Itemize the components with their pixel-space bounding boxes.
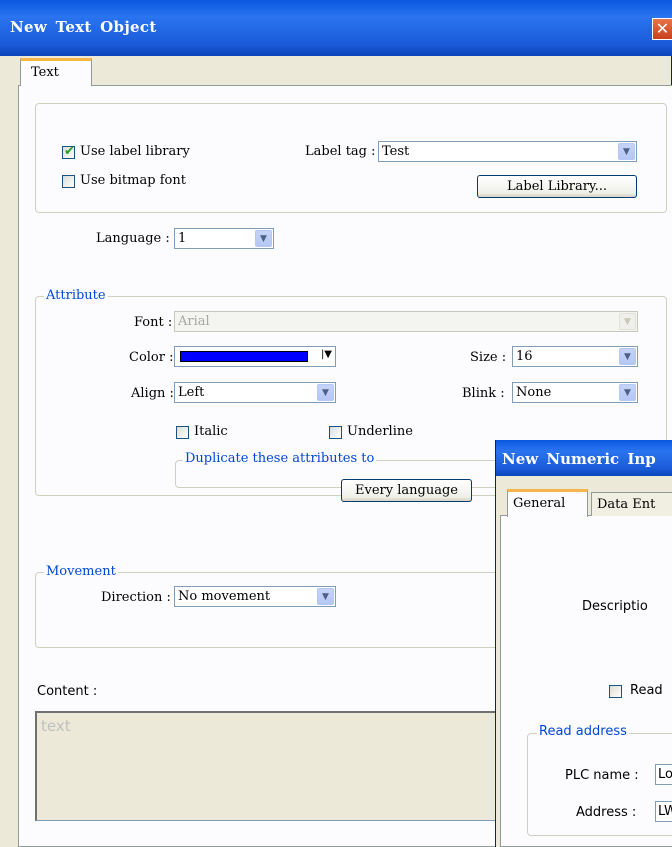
duplicate-attributes-label: Duplicate these attributes to bbox=[183, 451, 377, 466]
blink-select[interactable]: None ▼ bbox=[512, 382, 638, 403]
read-address-group bbox=[527, 733, 672, 836]
color-swatch bbox=[180, 351, 308, 362]
tab-data-entry[interactable]: Data Ent bbox=[591, 492, 672, 516]
use-label-library-label: Use label library bbox=[80, 144, 190, 159]
language-value: 1 bbox=[178, 231, 187, 246]
address-value: LW bbox=[658, 804, 672, 819]
label-tag-select[interactable]: Test ▼ bbox=[378, 141, 637, 162]
label-tag-value: Test bbox=[382, 144, 410, 159]
numeric-title-bar[interactable]: New Numeric Inp bbox=[496, 440, 672, 476]
tab-general[interactable]: General bbox=[507, 489, 588, 517]
font-select[interactable]: Arial ▼ bbox=[174, 311, 638, 332]
chevron-down-icon: ▼ bbox=[619, 313, 636, 330]
align-select[interactable]: Left ▼ bbox=[174, 382, 336, 403]
align-value: Left bbox=[178, 385, 205, 400]
direction-select[interactable]: No movement ▼ bbox=[174, 586, 336, 607]
title-bar[interactable]: New Text Object ✕ bbox=[0, 0, 672, 56]
tab-text[interactable]: Text bbox=[20, 58, 92, 86]
numeric-input-window: New Numeric Inp General Data Ent Descrip… bbox=[495, 440, 672, 847]
window-title: New Text Object bbox=[10, 18, 157, 36]
chevron-down-icon[interactable]: ▼ bbox=[619, 384, 636, 401]
direction-value: No movement bbox=[178, 589, 271, 604]
size-value: 16 bbox=[516, 349, 533, 364]
close-icon[interactable]: ✕ bbox=[652, 18, 672, 40]
size-select[interactable]: 16 ▼ bbox=[512, 346, 638, 367]
check-icon: ✔ bbox=[64, 144, 75, 159]
blink-label: Blink : bbox=[462, 386, 505, 401]
chevron-down-icon[interactable]: ▼ bbox=[317, 384, 334, 401]
chevron-down-icon[interactable]: ▼ bbox=[618, 143, 635, 160]
read-only-label: Read bbox=[630, 683, 663, 698]
language-select[interactable]: 1 ▼ bbox=[174, 228, 274, 249]
content-text: text bbox=[41, 717, 71, 735]
use-bitmap-font-checkbox[interactable] bbox=[62, 175, 75, 188]
numeric-window-title: New Numeric Inp bbox=[502, 450, 656, 468]
chevron-down-icon[interactable]: |▼ bbox=[321, 349, 332, 360]
plc-name-label: PLC name : bbox=[565, 768, 639, 783]
description-label: Descriptio bbox=[582, 599, 648, 614]
chevron-down-icon[interactable]: ▼ bbox=[255, 230, 272, 247]
direction-label: Direction : bbox=[101, 590, 171, 605]
italic-label: Italic bbox=[194, 424, 228, 439]
use-bitmap-font-label: Use bitmap font bbox=[80, 173, 186, 188]
read-address-group-label: Read address bbox=[537, 724, 629, 739]
blink-value: None bbox=[516, 385, 552, 400]
color-picker[interactable]: |▼ bbox=[174, 346, 336, 367]
underline-label: Underline bbox=[347, 424, 413, 439]
read-only-checkbox[interactable] bbox=[609, 685, 622, 698]
plc-name-select[interactable]: Lo bbox=[655, 764, 672, 785]
italic-checkbox[interactable] bbox=[176, 426, 189, 439]
content-label: Content : bbox=[37, 684, 98, 699]
chevron-down-icon[interactable]: ▼ bbox=[619, 348, 636, 365]
address-input[interactable]: LW bbox=[655, 801, 672, 822]
color-label: Color : bbox=[129, 350, 174, 365]
use-label-library-checkbox[interactable]: ✔ bbox=[62, 144, 75, 159]
font-value: Arial bbox=[178, 314, 210, 329]
movement-group-label: Movement bbox=[44, 564, 118, 579]
align-label: Align : bbox=[131, 386, 174, 401]
label-library-button[interactable]: Label Library... bbox=[477, 175, 637, 198]
every-language-button[interactable]: Every language bbox=[341, 479, 472, 502]
attribute-group-label: Attribute bbox=[44, 288, 108, 303]
plc-name-value: Lo bbox=[658, 767, 672, 782]
underline-checkbox[interactable] bbox=[329, 426, 342, 439]
font-label: Font : bbox=[134, 315, 173, 330]
label-tag-label: Label tag : bbox=[305, 144, 376, 159]
chevron-down-icon[interactable]: ▼ bbox=[317, 588, 334, 605]
language-label: Language : bbox=[96, 231, 170, 246]
address-label: Address : bbox=[576, 805, 637, 820]
size-label: Size : bbox=[470, 350, 507, 365]
